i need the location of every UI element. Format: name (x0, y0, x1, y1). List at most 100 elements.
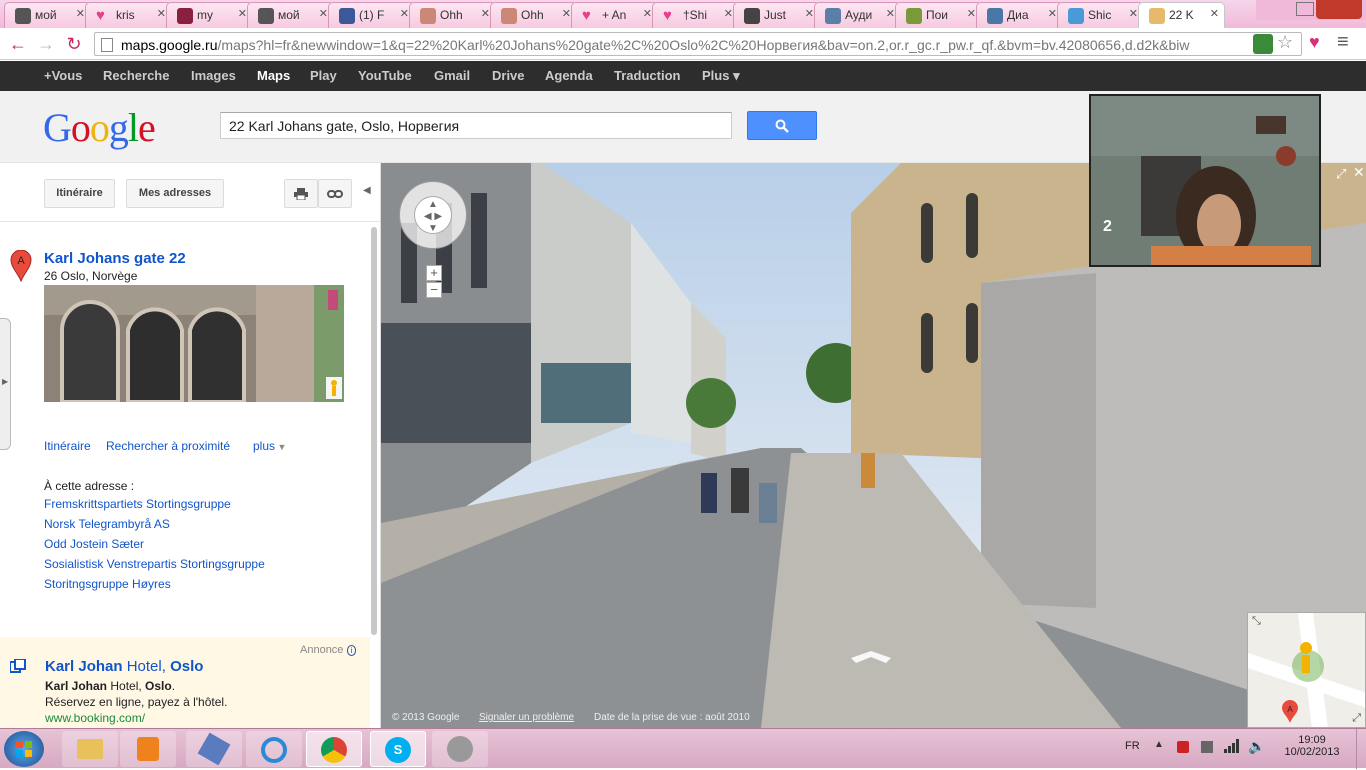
chrome-taskbar-button[interactable] (306, 731, 362, 767)
gbar-item[interactable]: Recherche (103, 68, 169, 83)
tab-close-icon[interactable]: ✕ (724, 7, 733, 20)
at-address-item[interactable]: Fremskrittspartiets Stortingsgruppe (44, 497, 265, 517)
side-drawer-handle[interactable]: ▶ (0, 318, 11, 450)
collapse-minimap-icon[interactable]: ⤢ (1352, 712, 1361, 725)
bookmark-star-icon[interactable]: ☆ (1277, 32, 1293, 53)
browser-tab[interactable]: my ✕ (166, 2, 253, 28)
plus-link[interactable]: plus ▼ (253, 439, 286, 453)
ad-title[interactable]: Karl Johan Hotel, Oslo (45, 658, 203, 675)
ie-taskbar-button[interactable] (246, 731, 302, 767)
browser-tab[interactable]: Ohh ✕ (409, 2, 496, 28)
gbar-item[interactable]: +Vous (44, 68, 82, 83)
google-logo[interactable]: Google (43, 104, 156, 151)
at-address-item[interactable]: Sosialistisk Venstrepartis Stortingsgrup… (44, 557, 265, 577)
at-address-item[interactable]: Odd Jostein Sæter (44, 537, 265, 557)
minimap[interactable]: A ⤡ ⤢ (1247, 612, 1366, 728)
browser-tab[interactable]: Shic ✕ (1057, 2, 1144, 28)
back-button[interactable]: ← (6, 33, 30, 55)
info-icon[interactable]: i (346, 645, 357, 656)
report-problem-link[interactable]: Signaler un problème (479, 712, 574, 723)
app-taskbar-button[interactable] (186, 731, 242, 767)
browser-tab[interactable]: 22 K ✕ (1138, 2, 1225, 28)
gbar-item[interactable]: Maps (257, 68, 290, 83)
heart-extension-icon[interactable]: ♥ (1309, 32, 1320, 53)
start-button[interactable] (4, 731, 44, 767)
marker-a-icon[interactable]: A (10, 249, 32, 283)
search-nearby-link[interactable]: Rechercher à proximité (106, 439, 230, 453)
gbar-item[interactable]: Agenda (545, 68, 593, 83)
show-hidden-icons-icon[interactable]: ▲ (1154, 739, 1164, 750)
gbar-item[interactable]: Drive (492, 68, 525, 83)
collapse-panel-icon[interactable]: ◀ (363, 185, 371, 196)
tab-close-icon[interactable]: ✕ (562, 7, 571, 20)
skype-taskbar-button[interactable]: S (370, 731, 426, 767)
flag-icon[interactable] (1177, 741, 1189, 753)
tab-close-icon[interactable]: ✕ (481, 7, 490, 20)
tab-close-icon[interactable]: ✕ (1210, 7, 1219, 20)
gbar-item[interactable]: Images (191, 68, 236, 83)
browser-tab[interactable]: (1) F ✕ (328, 2, 415, 28)
pan-arrows-icon[interactable]: ▲ ◀ ▶ ▼ (414, 196, 452, 234)
browser-tab[interactable]: мой ✕ (247, 2, 334, 28)
itineraire-button[interactable]: Itinéraire (44, 179, 115, 208)
extension-icon[interactable] (1253, 34, 1273, 54)
gbar-item[interactable]: Traduction (614, 68, 680, 83)
device-icon[interactable] (1201, 741, 1213, 753)
link-button[interactable] (318, 179, 352, 208)
browser-tab[interactable]: Пои ✕ (895, 2, 982, 28)
maximize-window-button[interactable] (1296, 2, 1314, 16)
close-window-button[interactable] (1316, 0, 1362, 19)
zoom-out-button[interactable]: − (426, 282, 442, 298)
mes-adresses-button[interactable]: Mes adresses (126, 179, 224, 208)
zoom-in-button[interactable]: + (426, 265, 442, 281)
browser-tab[interactable]: Ауди ✕ (814, 2, 901, 28)
gbar-item[interactable]: Play (310, 68, 337, 83)
close-streetview-icon[interactable]: ✕ (1353, 164, 1365, 181)
panel-scrollbar[interactable] (371, 227, 377, 635)
gbar-item[interactable]: YouTube (358, 68, 412, 83)
browser-tab[interactable]: Just ✕ (733, 2, 820, 28)
expand-minimap-icon[interactable]: ⤡ (1252, 615, 1261, 628)
tab-close-icon[interactable]: ✕ (157, 7, 166, 20)
pan-control[interactable]: ▲ ◀ ▶ ▼ (399, 181, 467, 249)
forward-button[interactable]: → (34, 33, 58, 55)
maps-search-input[interactable]: 22 Karl Johans gate, Oslo, Норвегия (220, 112, 732, 139)
address-bar[interactable]: maps.google.ru/maps?hl=fr&newwindow=1&q=… (94, 32, 1302, 56)
tab-close-icon[interactable]: ✕ (967, 7, 976, 20)
speaker-taskbar-button[interactable] (432, 731, 488, 767)
search-button[interactable] (747, 111, 817, 140)
network-icon[interactable] (1224, 739, 1240, 753)
language-indicator[interactable]: FR (1125, 740, 1140, 752)
ad-url[interactable]: www.booking.com/ (45, 711, 145, 725)
tab-close-icon[interactable]: ✕ (805, 7, 814, 20)
print-button[interactable] (284, 179, 318, 208)
tab-close-icon[interactable]: ✕ (238, 7, 247, 20)
explorer-taskbar-button[interactable] (62, 731, 118, 767)
browser-tab[interactable]: Ohh ✕ (490, 2, 577, 28)
tab-close-icon[interactable]: ✕ (76, 7, 85, 20)
gbar-item[interactable]: Plus ▾ (702, 68, 740, 84)
tab-close-icon[interactable]: ✕ (886, 7, 895, 20)
itineraire-link[interactable]: Itinéraire (44, 439, 91, 453)
tab-close-icon[interactable]: ✕ (643, 7, 652, 20)
tab-close-icon[interactable]: ✕ (1129, 7, 1138, 20)
tab-close-icon[interactable]: ✕ (1048, 7, 1057, 20)
tab-close-icon[interactable]: ✕ (319, 7, 328, 20)
browser-tab[interactable]: мой ✕ (4, 2, 91, 28)
at-address-item[interactable]: Norsk Telegrambyrå AS (44, 517, 265, 537)
at-address-item[interactable]: Storitngsgruppe Høyres (44, 577, 265, 597)
browser-tab[interactable]: ♥ + An ✕ (571, 2, 658, 28)
volume-icon[interactable]: 🔈 (1248, 738, 1265, 755)
result-title[interactable]: Karl Johans gate 22 (44, 250, 186, 267)
fullscreen-icon[interactable]: ⤢ (1336, 166, 1346, 182)
show-desktop-button[interactable] (1356, 729, 1366, 769)
reload-button[interactable]: ↻ (62, 33, 86, 55)
clock[interactable]: 19:09 10/02/2013 (1270, 734, 1354, 758)
browser-tab[interactable]: ♥ †Shi ✕ (652, 2, 739, 28)
menu-icon[interactable]: ≡ (1337, 31, 1349, 54)
media-taskbar-button[interactable] (120, 731, 176, 767)
gbar-item[interactable]: Gmail (434, 68, 470, 83)
browser-tab[interactable]: Диа ✕ (976, 2, 1063, 28)
tab-close-icon[interactable]: ✕ (400, 7, 409, 20)
browser-tab[interactable]: ♥ kris ✕ (85, 2, 172, 28)
